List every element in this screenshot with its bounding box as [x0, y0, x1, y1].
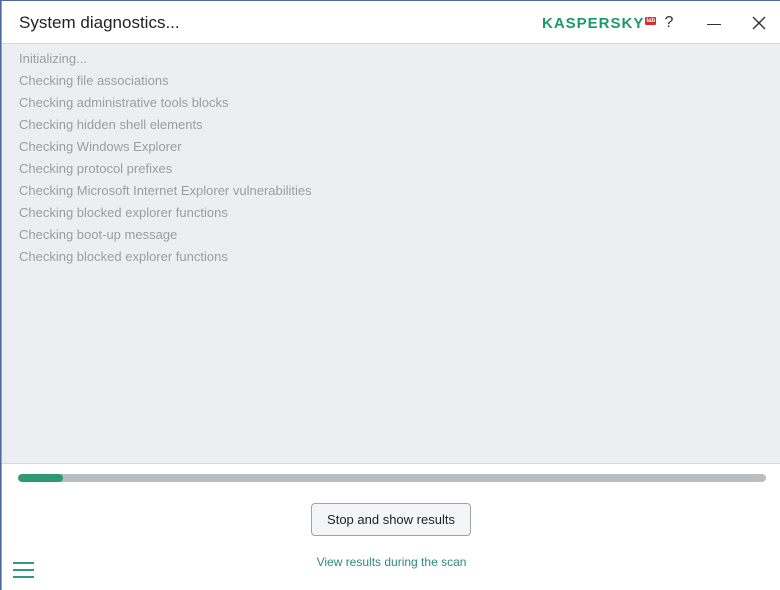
menu-icon[interactable]	[13, 562, 34, 579]
kaspersky-logo: KASPERSKY lab	[542, 15, 657, 32]
logo-text: KASPERSKY	[542, 15, 645, 32]
log-line: Checking blocked explorer functions	[19, 205, 228, 220]
log-line: Checking file associations	[19, 73, 169, 88]
title-bar: System diagnostics... KASPERSKY lab ?	[2, 1, 780, 44]
scan-progress-bar	[18, 474, 766, 482]
log-line: Checking boot-up message	[19, 227, 178, 242]
scan-progress-fill	[18, 474, 63, 482]
log-line: Checking hidden shell elements	[19, 117, 203, 132]
log-line: Checking Windows Explorer	[19, 139, 182, 154]
stop-and-show-results-button[interactable]: Stop and show results	[311, 503, 471, 536]
scan-log: Initializing... Checking file associatio…	[2, 44, 780, 464]
minimize-button[interactable]	[699, 9, 729, 37]
log-line: Checking administrative tools blocks	[19, 95, 229, 110]
close-button[interactable]	[744, 9, 774, 37]
diagnostics-window: System diagnostics... KASPERSKY lab ? Ini…	[1, 1, 780, 590]
help-button[interactable]: ?	[654, 9, 684, 37]
close-icon	[752, 16, 766, 30]
view-results-link[interactable]: View results during the scan	[2, 555, 780, 569]
log-line: Initializing...	[19, 51, 87, 66]
window-title: System diagnostics...	[19, 13, 180, 32]
minimize-icon	[707, 24, 721, 25]
log-line: Checking blocked explorer functions	[19, 249, 228, 264]
log-line: Checking Microsoft Internet Explorer vul…	[19, 183, 312, 198]
help-icon: ?	[664, 14, 674, 31]
log-line: Checking protocol prefixes	[19, 161, 173, 176]
